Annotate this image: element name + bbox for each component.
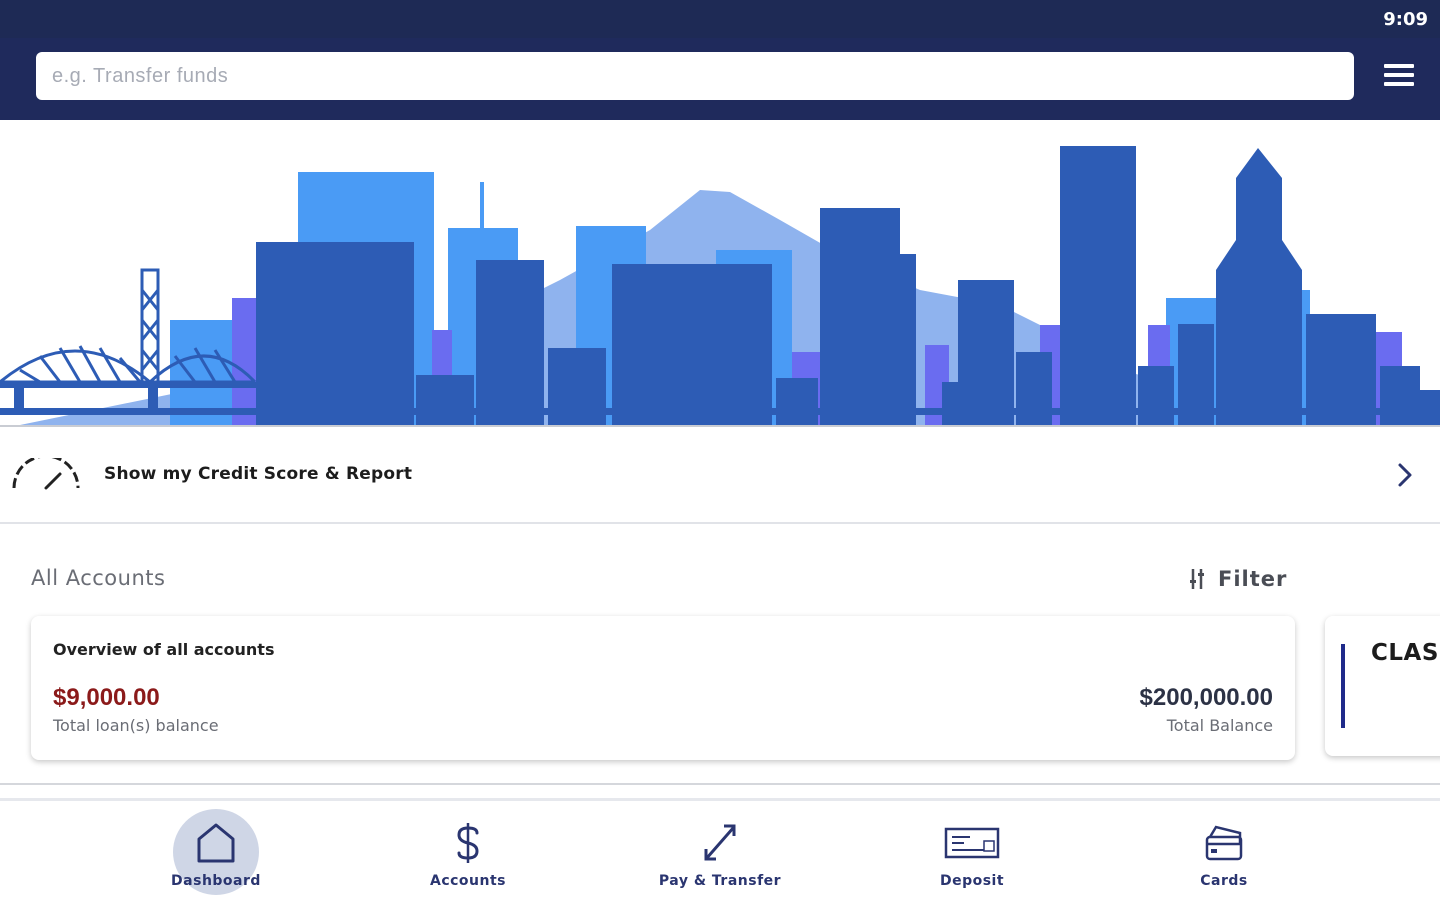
home-icon: [197, 823, 235, 863]
overview-title: Overview of all accounts: [53, 640, 275, 659]
loan-balance-amount: $9,000.00: [53, 684, 160, 711]
transfer-arrows-icon: [704, 824, 736, 861]
status-time: 9:09: [1383, 9, 1428, 30]
nav-item-dashboard[interactable]: Dashboard: [116, 801, 316, 901]
account-card-title: CLAS: [1371, 640, 1439, 666]
top-app-bar: [0, 38, 1440, 120]
check-deposit-icon: [944, 827, 1000, 859]
bottom-navigation: Dashboard Accounts Pay & Transfer Deposi…: [0, 798, 1440, 900]
city-skyline-banner: [0, 120, 1440, 425]
account-accent-bar: [1341, 644, 1345, 728]
all-accounts-title: All Accounts: [31, 566, 166, 590]
nav-label-deposit: Deposit: [939, 873, 1005, 889]
filter-sliders-icon: [1190, 569, 1204, 589]
dollar-icon: [457, 823, 479, 863]
filter-label: Filter: [1218, 567, 1288, 591]
chevron-right-icon[interactable]: [1396, 462, 1414, 488]
nav-label-cards: Cards: [1200, 873, 1248, 889]
nav-item-deposit[interactable]: Deposit: [872, 801, 1072, 901]
nav-label-pay-transfer: Pay & Transfer: [658, 873, 782, 889]
filter-button[interactable]: Filter: [1186, 564, 1287, 594]
status-bar: 9:09: [0, 0, 1440, 38]
content-divider: [0, 783, 1440, 785]
speedometer-gauge-icon: [12, 458, 80, 490]
search-input[interactable]: [36, 52, 1354, 100]
accounts-overview-card[interactable]: Overview of all accounts $9,000.00 Total…: [31, 616, 1295, 760]
skyline-divider: [0, 425, 1440, 427]
nav-item-accounts[interactable]: Accounts: [368, 801, 568, 901]
total-balance-label: Total Balance: [1166, 716, 1273, 735]
nav-item-cards[interactable]: Cards: [1124, 801, 1324, 901]
accounts-header: All Accounts Filter: [0, 526, 1440, 616]
loan-balance-label: Total loan(s) balance: [53, 716, 219, 735]
credit-score-label: Show my Credit Score & Report: [104, 464, 413, 484]
nav-item-pay-transfer[interactable]: Pay & Transfer: [620, 801, 820, 901]
skyline-illustration: [0, 146, 1440, 425]
account-card-partial[interactable]: CLAS: [1325, 616, 1440, 756]
cards-icon: [1205, 825, 1243, 861]
nav-label-dashboard: Dashboard: [171, 873, 261, 889]
total-balance-amount: $200,000.00: [1139, 684, 1273, 711]
credit-score-banner[interactable]: Show my Credit Score & Report: [0, 428, 1440, 524]
hamburger-menu-icon[interactable]: [1384, 64, 1416, 92]
nav-label-accounts: Accounts: [429, 873, 506, 889]
